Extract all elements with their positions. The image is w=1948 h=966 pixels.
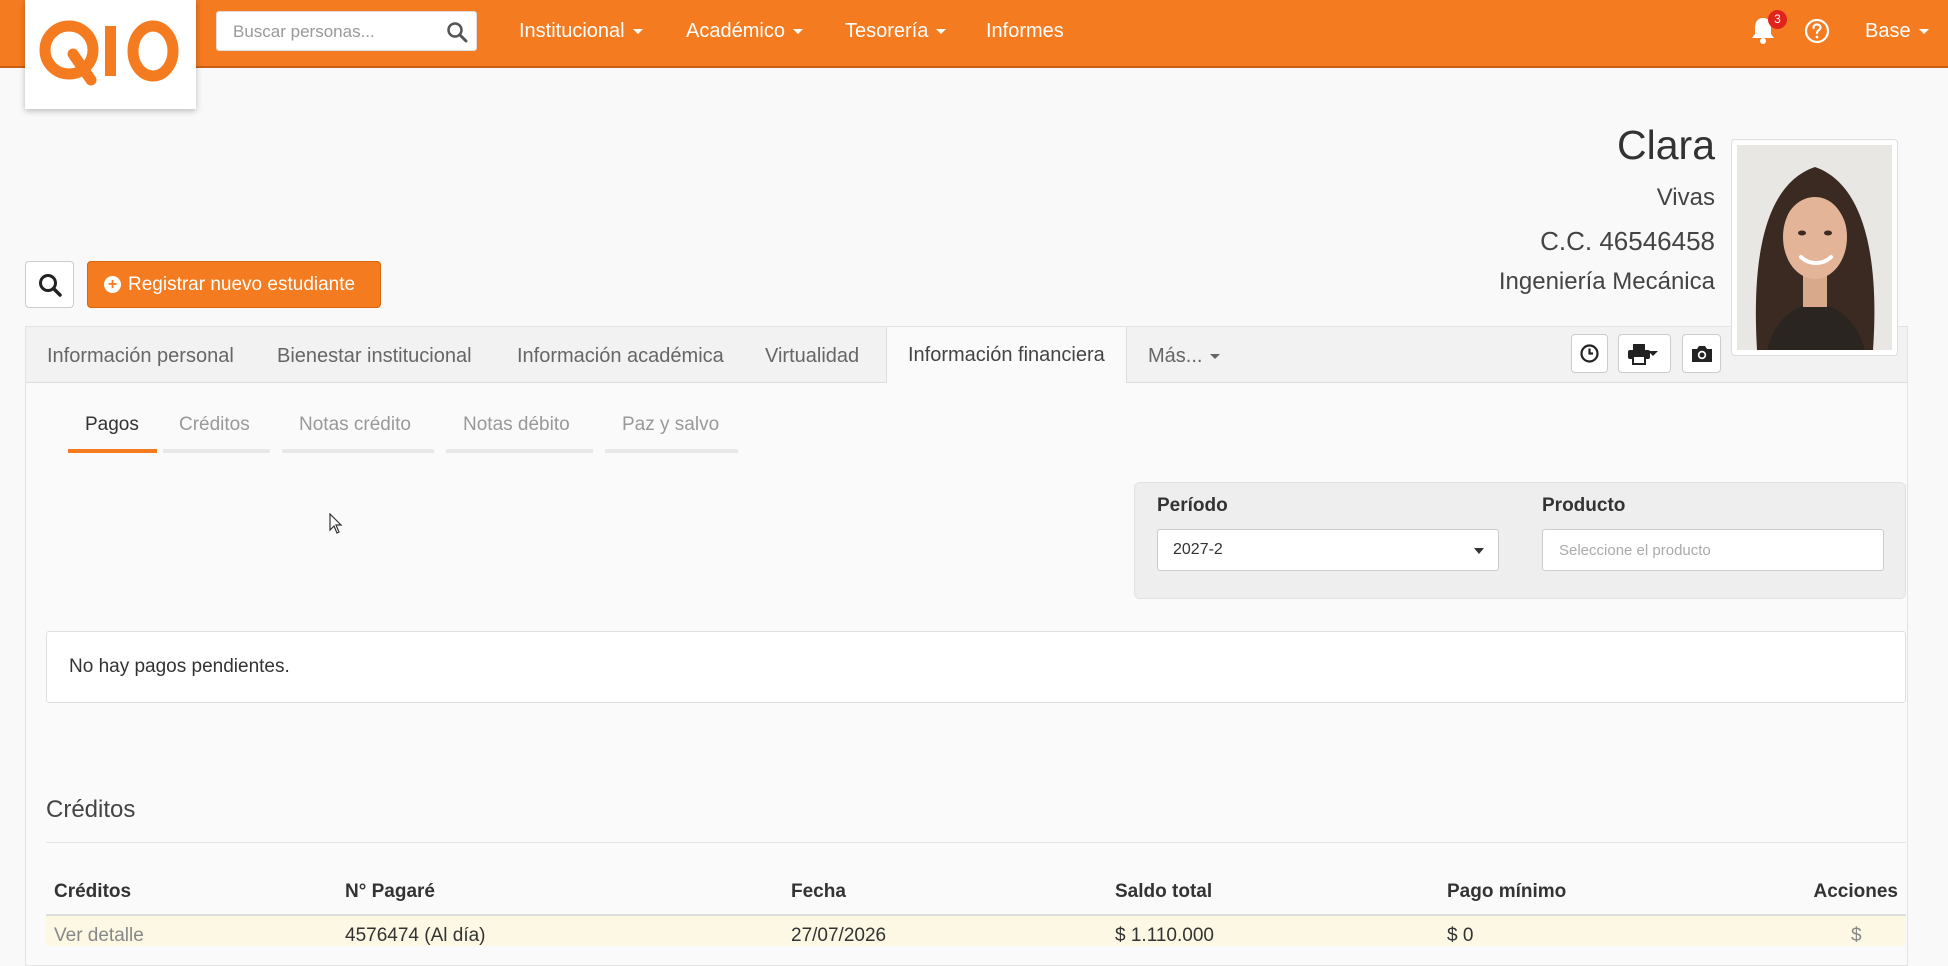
search-box[interactable] bbox=[216, 11, 477, 51]
register-student-button[interactable]: + Registrar nuevo estudiante bbox=[87, 261, 381, 308]
print-button[interactable] bbox=[1618, 334, 1671, 373]
cell-fecha: 27/07/2026 bbox=[791, 925, 887, 946]
tab-informacion-financiera[interactable]: Información financiera bbox=[886, 327, 1127, 383]
payments-empty-state: No hay pagos pendientes. bbox=[46, 631, 1906, 703]
column-header-creditos: Créditos bbox=[54, 881, 132, 902]
mouse-cursor-icon bbox=[329, 513, 343, 534]
subtab-notas-debito-indicator bbox=[446, 449, 593, 453]
student-last-name: Vivas bbox=[1656, 184, 1715, 211]
history-button[interactable] bbox=[1571, 334, 1608, 373]
subtab-creditos-indicator bbox=[163, 449, 270, 453]
cell-pagare: 4576474 (Al día) bbox=[345, 925, 486, 946]
product-select[interactable]: Seleccione el producto bbox=[1542, 529, 1884, 571]
chevron-down-icon bbox=[1648, 351, 1658, 356]
nav-label: Tesorería bbox=[845, 20, 929, 42]
tab-informacion-academica[interactable]: Información académica bbox=[517, 345, 724, 368]
search-student-button[interactable] bbox=[25, 261, 74, 308]
nav-informes[interactable]: Informes bbox=[986, 20, 1064, 43]
subtab-notas-debito[interactable]: Notas débito bbox=[463, 414, 570, 436]
chevron-down-icon bbox=[1474, 548, 1484, 554]
column-header-fecha: Fecha bbox=[791, 881, 846, 902]
subtab-pagos[interactable]: Pagos bbox=[85, 414, 139, 436]
tab-mas[interactable]: Más... bbox=[1148, 345, 1221, 368]
table-row bbox=[46, 916, 1906, 946]
main-tabs: Información personal Bienestar instituci… bbox=[26, 327, 1907, 383]
register-button-label: Registrar nuevo estudiante bbox=[128, 274, 356, 295]
avatar bbox=[1737, 145, 1892, 350]
nav-academico[interactable]: Académico bbox=[686, 20, 803, 43]
chevron-down-icon bbox=[632, 29, 643, 35]
period-label: Período bbox=[1157, 495, 1228, 516]
nav-label: Informes bbox=[986, 20, 1064, 42]
product-label: Producto bbox=[1542, 495, 1626, 516]
q10-logo[interactable] bbox=[25, 0, 196, 109]
camera-button[interactable] bbox=[1682, 334, 1721, 373]
column-header-pago-minimo: Pago mínimo bbox=[1447, 881, 1567, 902]
period-select[interactable]: 2027-2 bbox=[1157, 529, 1499, 571]
subtab-pagos-indicator bbox=[68, 449, 157, 453]
period-value: 2027-2 bbox=[1173, 541, 1223, 558]
divider bbox=[46, 842, 1906, 843]
tab-virtualidad[interactable]: Virtualidad bbox=[765, 345, 859, 368]
chevron-down-icon bbox=[1210, 354, 1221, 360]
column-header-saldo-total: Saldo total bbox=[1115, 881, 1213, 902]
student-program: Ingeniería Mecánica bbox=[1498, 268, 1715, 295]
top-navbar: Institucional Académico Tesorería Inform… bbox=[0, 0, 1948, 68]
empty-message: No hay pagos pendientes. bbox=[69, 656, 290, 677]
tab-informacion-personal[interactable]: Información personal bbox=[47, 345, 234, 368]
user-menu[interactable]: Base bbox=[1865, 20, 1929, 43]
plus-circle-icon: + bbox=[104, 276, 121, 293]
notification-badge: 3 bbox=[1768, 10, 1787, 29]
search-icon[interactable] bbox=[446, 21, 468, 48]
chevron-down-icon bbox=[936, 29, 947, 35]
subtab-paz-y-salvo-indicator bbox=[605, 449, 738, 453]
chevron-down-icon bbox=[1918, 29, 1929, 35]
logo-graphic bbox=[39, 20, 179, 86]
user-menu-label: Base bbox=[1865, 20, 1911, 42]
chevron-down-icon bbox=[792, 29, 803, 35]
credits-section-title: Créditos bbox=[46, 796, 136, 823]
search-icon bbox=[39, 274, 62, 297]
column-header-pagare: N° Pagaré bbox=[345, 881, 435, 902]
subtab-notas-credito-indicator bbox=[282, 449, 434, 453]
nav-institucional[interactable]: Institucional bbox=[519, 20, 643, 43]
student-photo[interactable] bbox=[1731, 139, 1898, 356]
view-detail-link[interactable]: Ver detalle bbox=[54, 925, 144, 947]
search-input[interactable] bbox=[231, 21, 435, 43]
subtab-notas-credito[interactable]: Notas crédito bbox=[299, 414, 411, 436]
clock-icon bbox=[1580, 344, 1599, 363]
payment-action-button[interactable]: $ bbox=[1851, 925, 1862, 947]
tab-bienestar-institucional[interactable]: Bienestar institucional bbox=[277, 345, 472, 368]
help-icon[interactable] bbox=[1804, 18, 1830, 49]
cell-saldo-total: $ 1.110.000 bbox=[1115, 925, 1214, 946]
nav-tesoreria[interactable]: Tesorería bbox=[845, 20, 947, 43]
student-first-name: Clara bbox=[1617, 122, 1715, 168]
subtab-paz-y-salvo[interactable]: Paz y salvo bbox=[622, 414, 719, 436]
cell-pago-minimo: $ 0 bbox=[1447, 925, 1474, 946]
student-id: C.C. 46546458 bbox=[1540, 226, 1715, 256]
tab-mas-label: Más... bbox=[1148, 345, 1203, 367]
product-placeholder: Seleccione el producto bbox=[1559, 542, 1711, 559]
camera-icon bbox=[1692, 346, 1712, 362]
nav-label: Institucional bbox=[519, 20, 625, 42]
column-header-acciones: Acciones bbox=[1813, 881, 1898, 902]
nav-label: Académico bbox=[686, 20, 785, 42]
subtab-creditos[interactable]: Créditos bbox=[179, 414, 250, 436]
